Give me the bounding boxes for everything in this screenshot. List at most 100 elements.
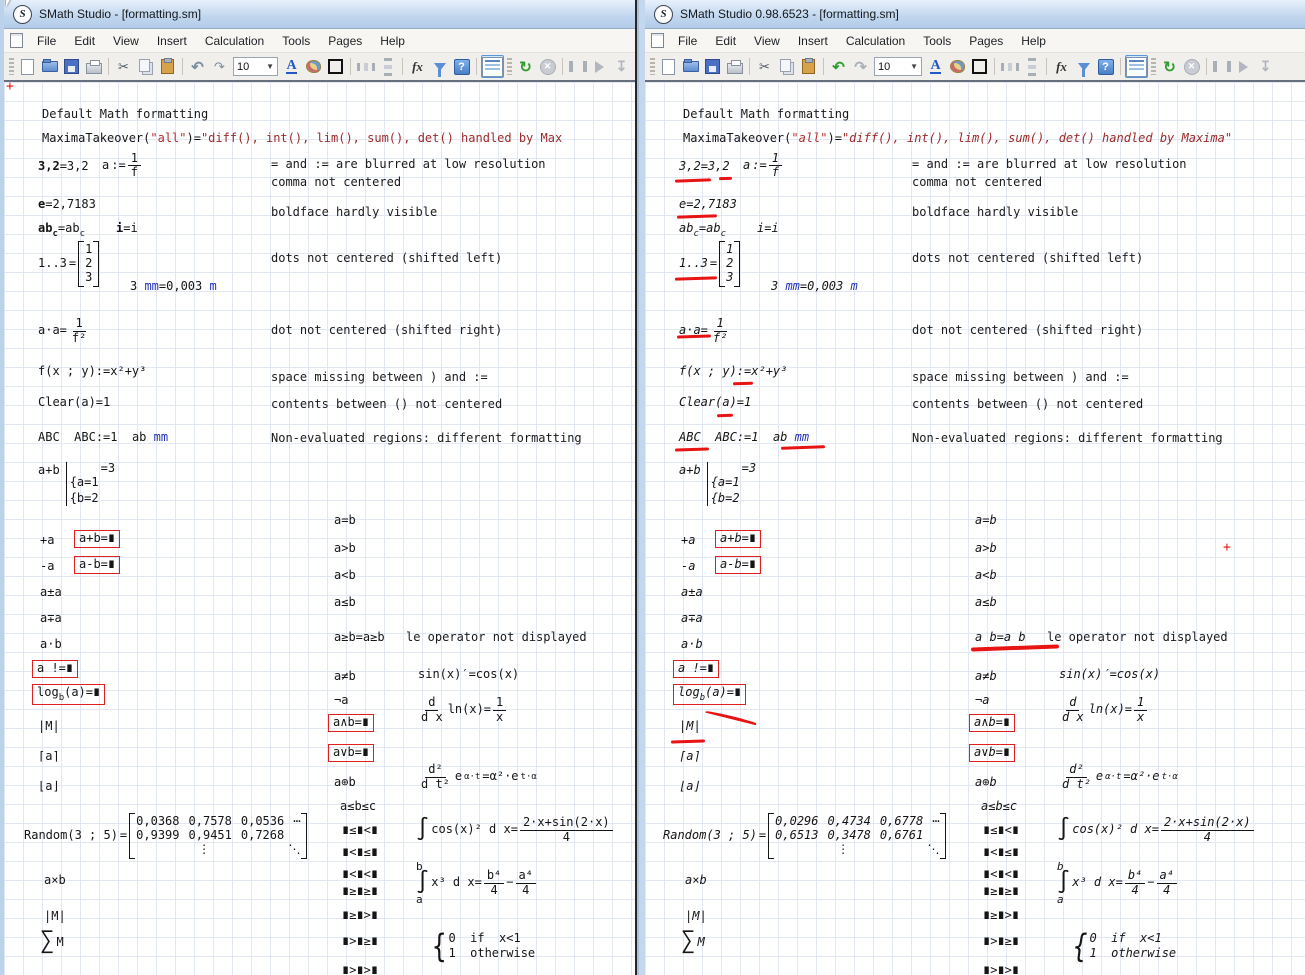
paste-button[interactable] (798, 56, 819, 77)
region-range[interactable]: 1..3=123 (38, 238, 99, 290)
worksheet[interactable]: Default Math formatting MaximaTakeover("… (645, 82, 1305, 975)
region-units[interactable]: 3 mm=0,003 m (771, 280, 858, 294)
region-abs-m2[interactable]: |M| (685, 910, 707, 924)
region-plus-a[interactable]: +a (40, 534, 54, 548)
region-chain[interactable]: ∎<∎≤∎ (983, 846, 1019, 860)
new-button[interactable] (658, 56, 679, 77)
titlebar[interactable]: S SMath Studio - [formatting.sm] (4, 0, 635, 29)
region-fxy[interactable]: f(x ; y):=x²+y³ (38, 365, 146, 379)
comment[interactable]: le operator not displayed (406, 631, 587, 645)
region-integral-x3[interactable]: b∫ax³ d x=b⁴4−a⁴4 (416, 860, 536, 906)
dropdown-arrow-icon[interactable]: ▼ (910, 62, 918, 71)
print-button[interactable] (83, 56, 104, 77)
comment[interactable]: dots not centered (shifted left) (271, 252, 502, 266)
region-i[interactable]: i=i (116, 222, 138, 236)
stop-button[interactable]: ✕ (1181, 56, 1202, 77)
region-e[interactable]: e=2,7183 (679, 198, 737, 212)
region-a-dot[interactable]: a·a=1f² (679, 314, 730, 348)
comment[interactable]: comma not centered (271, 176, 401, 190)
region-box-or[interactable]: a∨b=∎ (969, 744, 1015, 762)
recalculate-button[interactable]: ↻ (515, 56, 536, 77)
region-a-def[interactable]: a:=1f (102, 152, 141, 179)
toolbar-grip[interactable] (507, 58, 512, 75)
redo-button[interactable]: ↷ (209, 56, 230, 77)
region-not[interactable]: ¬a (334, 694, 348, 708)
region-abc[interactable]: ABC ABC:=1 ab mm (679, 431, 809, 445)
redo-button[interactable]: ↷ (850, 56, 871, 77)
region-cases[interactable]: {0 if x<11 otherwise (1073, 928, 1176, 964)
region-pm[interactable]: a±a (40, 586, 62, 600)
menu-file[interactable]: File (670, 32, 705, 50)
open-button[interactable] (680, 56, 701, 77)
region-units[interactable]: 3 mm=0,003 m (130, 280, 217, 294)
region-comma[interactable]: 3,2=3,2 (679, 160, 730, 174)
recalculate-button[interactable]: ↻ (1159, 56, 1180, 77)
dropdown-arrow-icon[interactable]: ▼ (266, 62, 274, 71)
save-button[interactable] (61, 56, 82, 77)
toolbar-grip[interactable] (650, 58, 655, 75)
region-box-or[interactable]: a∨b=∎ (328, 744, 374, 762)
region-chain[interactable]: ∎>∎≥∎ (983, 935, 1019, 949)
step-button[interactable]: ↧ (611, 56, 632, 77)
menu-view[interactable]: View (105, 32, 147, 50)
region-ne[interactable]: a≠b (334, 670, 356, 684)
region-le[interactable]: a≤b (334, 596, 356, 610)
menu-calculation[interactable]: Calculation (197, 32, 272, 50)
region-comma[interactable]: 3,2=3,2 (38, 160, 89, 174)
region-box-add[interactable]: a+b=∎ (74, 530, 120, 548)
region-clear[interactable]: Clear(a)=1 (679, 396, 751, 410)
region-bool-eq[interactable]: a=b (334, 514, 356, 528)
region-a-dot-b[interactable]: a·b (681, 638, 703, 652)
region-chain[interactable]: ∎≥∎≥∎ (983, 885, 1019, 899)
comment[interactable]: = and := are blurred at low resolution (912, 158, 1187, 172)
align-vertical-button[interactable] (377, 56, 398, 77)
region-a-def[interactable]: a:=1f (743, 152, 782, 179)
region-floor[interactable]: ⌊a⌋ (679, 780, 701, 794)
cut-button[interactable]: ✂ (113, 56, 134, 77)
save-button[interactable] (702, 56, 723, 77)
region-random[interactable]: Random(3 ; 5)=0,03680,75780,0536⋯0,93990… (22, 810, 307, 862)
region-a-dot-b[interactable]: a·b (40, 638, 62, 652)
region-gt[interactable]: a>b (334, 542, 356, 556)
region-chain[interactable]: ∎<∎≤∎ (342, 846, 378, 860)
region-integral-cos[interactable]: ∫cos(x)² d x=2·x+sin(2·x)4 (416, 812, 613, 848)
region-derivative-ln[interactable]: dd xln(x)=1x (418, 694, 506, 726)
border-button[interactable] (325, 56, 346, 77)
comment[interactable]: contents between () not centered (271, 398, 502, 412)
region-chain[interactable]: ∎>∎≥∎ (342, 935, 378, 949)
region-xor[interactable]: a⊕b (334, 776, 356, 790)
region-box-and[interactable]: a∧b=∎ (328, 714, 374, 732)
align-horizontal-button[interactable] (999, 56, 1020, 77)
print-button[interactable] (724, 56, 745, 77)
help-button[interactable]: ? (1095, 56, 1116, 77)
region-abs-m2[interactable]: |M| (44, 910, 66, 924)
toolbar-grip[interactable] (1151, 58, 1156, 75)
region-ceil[interactable]: ⌈a⌉ (38, 750, 60, 764)
copy-button[interactable] (776, 56, 797, 77)
region-chain[interactable]: ∎≥∎>∎ (342, 909, 378, 923)
comment[interactable]: le operator not displayed (1047, 631, 1228, 645)
region-plus-a[interactable]: +a (681, 534, 695, 548)
region-maxima[interactable]: MaximaTakeover("all")="diff(), int(), li… (683, 132, 1232, 146)
comment[interactable]: dot not centered (shifted right) (271, 324, 502, 338)
comment[interactable]: space missing between ) and := (271, 371, 488, 385)
menu-insert[interactable]: Insert (149, 32, 195, 50)
toolbar-grip[interactable] (9, 58, 14, 75)
filter-button[interactable] (1073, 56, 1094, 77)
play-button[interactable] (1233, 56, 1254, 77)
region-heading[interactable]: Default Math formatting (683, 108, 849, 122)
document-icon[interactable] (651, 33, 664, 48)
font-color-button[interactable]: A (281, 56, 302, 77)
step-button[interactable]: ↧ (1255, 56, 1276, 77)
region-integral-cos[interactable]: ∫cos(x)² d x=2·x+sin(2·x)4 (1057, 812, 1254, 848)
region-integral-x3[interactable]: b∫ax³ d x=b⁴4−a⁴4 (1057, 860, 1177, 906)
region-box-factorial[interactable]: a !=∎ (32, 660, 78, 678)
function-button[interactable]: fx (1051, 56, 1072, 77)
region-ge[interactable]: a b=a b (975, 631, 1026, 645)
region-box-sub[interactable]: a-b=∎ (715, 556, 761, 574)
menu-pages[interactable]: Pages (961, 32, 1011, 50)
region-gt[interactable]: a>b (975, 542, 997, 556)
region-derivative-exp[interactable]: d²d t²eα·t=α²·et·α (1059, 758, 1178, 796)
region-ab-sub[interactable]: abc=abc (679, 222, 726, 239)
region-cases[interactable]: {0 if x<11 otherwise (432, 928, 535, 964)
